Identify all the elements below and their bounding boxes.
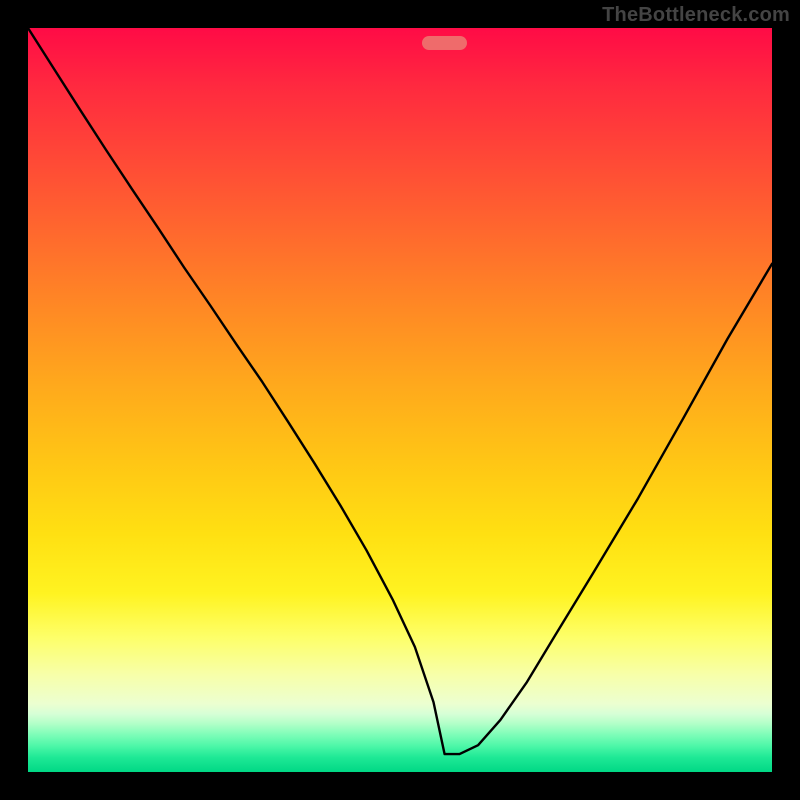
optimal-marker — [422, 36, 467, 49]
chart-stage: TheBottleneck.com — [0, 0, 800, 800]
watermark-text: TheBottleneck.com — [602, 4, 790, 27]
plot-area — [28, 28, 772, 772]
bottleneck-curve — [28, 28, 772, 772]
